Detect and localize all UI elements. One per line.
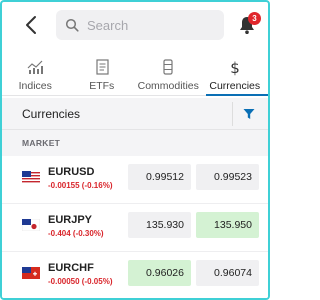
market-label: MARKET: [22, 138, 61, 148]
tab-label: Indices: [18, 80, 52, 92]
sell-price-button[interactable]: 135.930: [128, 212, 191, 238]
currency-pair: EURUSD: [48, 166, 95, 178]
app-screen: 3 Indices ETFs: [0, 0, 270, 300]
section-header: Currencies: [2, 98, 268, 130]
currency-row-eurusd[interactable]: EURUSD -0.00155 (-0.16%) 0.99512 0.99523: [2, 156, 268, 204]
divider: [232, 102, 233, 126]
buy-price-button[interactable]: 0.99523: [196, 164, 259, 190]
tab-label: Currencies: [209, 80, 261, 92]
eu-us-flag-icon: [22, 171, 40, 183]
tab-label: ETFs: [89, 80, 115, 92]
top-bar: 3: [2, 2, 268, 48]
buy-price-button[interactable]: 0.96074: [196, 260, 259, 286]
filter-icon[interactable]: [243, 108, 255, 120]
section-title: Currencies: [22, 107, 81, 121]
sell-price-button[interactable]: 0.96026: [128, 260, 191, 286]
tab-label: Commodities: [137, 80, 199, 92]
currency-row-eurjpy[interactable]: EURJPY -0.404 (-0.30%) 135.930 135.950: [2, 204, 268, 252]
document-icon: [96, 59, 109, 75]
market-header: MARKET: [2, 130, 268, 156]
eu-ch-flag-icon: [22, 267, 40, 279]
tab-etfs[interactable]: ETFs: [69, 52, 136, 95]
tab-indices[interactable]: Indices: [2, 52, 69, 95]
eu-jp-flag-icon: [22, 219, 40, 231]
tab-commodities[interactable]: Commodities: [135, 52, 202, 95]
dollar-icon: $: [230, 59, 240, 76]
currency-pair: EURJPY: [48, 214, 93, 226]
buy-price-button[interactable]: 135.950: [196, 212, 259, 238]
search-icon: [65, 18, 79, 32]
notification-badge: 3: [248, 12, 261, 25]
price-change: -0.00155 (-0.16%): [48, 181, 113, 190]
price-change: -0.00050 (-0.05%): [48, 277, 113, 286]
search-input[interactable]: [87, 17, 217, 33]
oil-barrel-icon: [163, 59, 173, 75]
back-arrow-icon[interactable]: [22, 14, 42, 36]
currency-row-eurchf[interactable]: EURCHF -0.00050 (-0.05%) 0.96026 0.96074: [2, 252, 268, 298]
bar-chart-icon: [27, 60, 44, 74]
currency-pair: EURCHF: [48, 262, 94, 274]
category-tabs: Indices ETFs Commodities $ Currencies: [2, 52, 268, 96]
price-change: -0.404 (-0.30%): [48, 229, 104, 238]
svg-text:$: $: [230, 59, 240, 76]
tab-currencies[interactable]: $ Currencies: [202, 52, 269, 96]
sell-price-button[interactable]: 0.99512: [128, 164, 191, 190]
search-bar[interactable]: [56, 10, 224, 40]
